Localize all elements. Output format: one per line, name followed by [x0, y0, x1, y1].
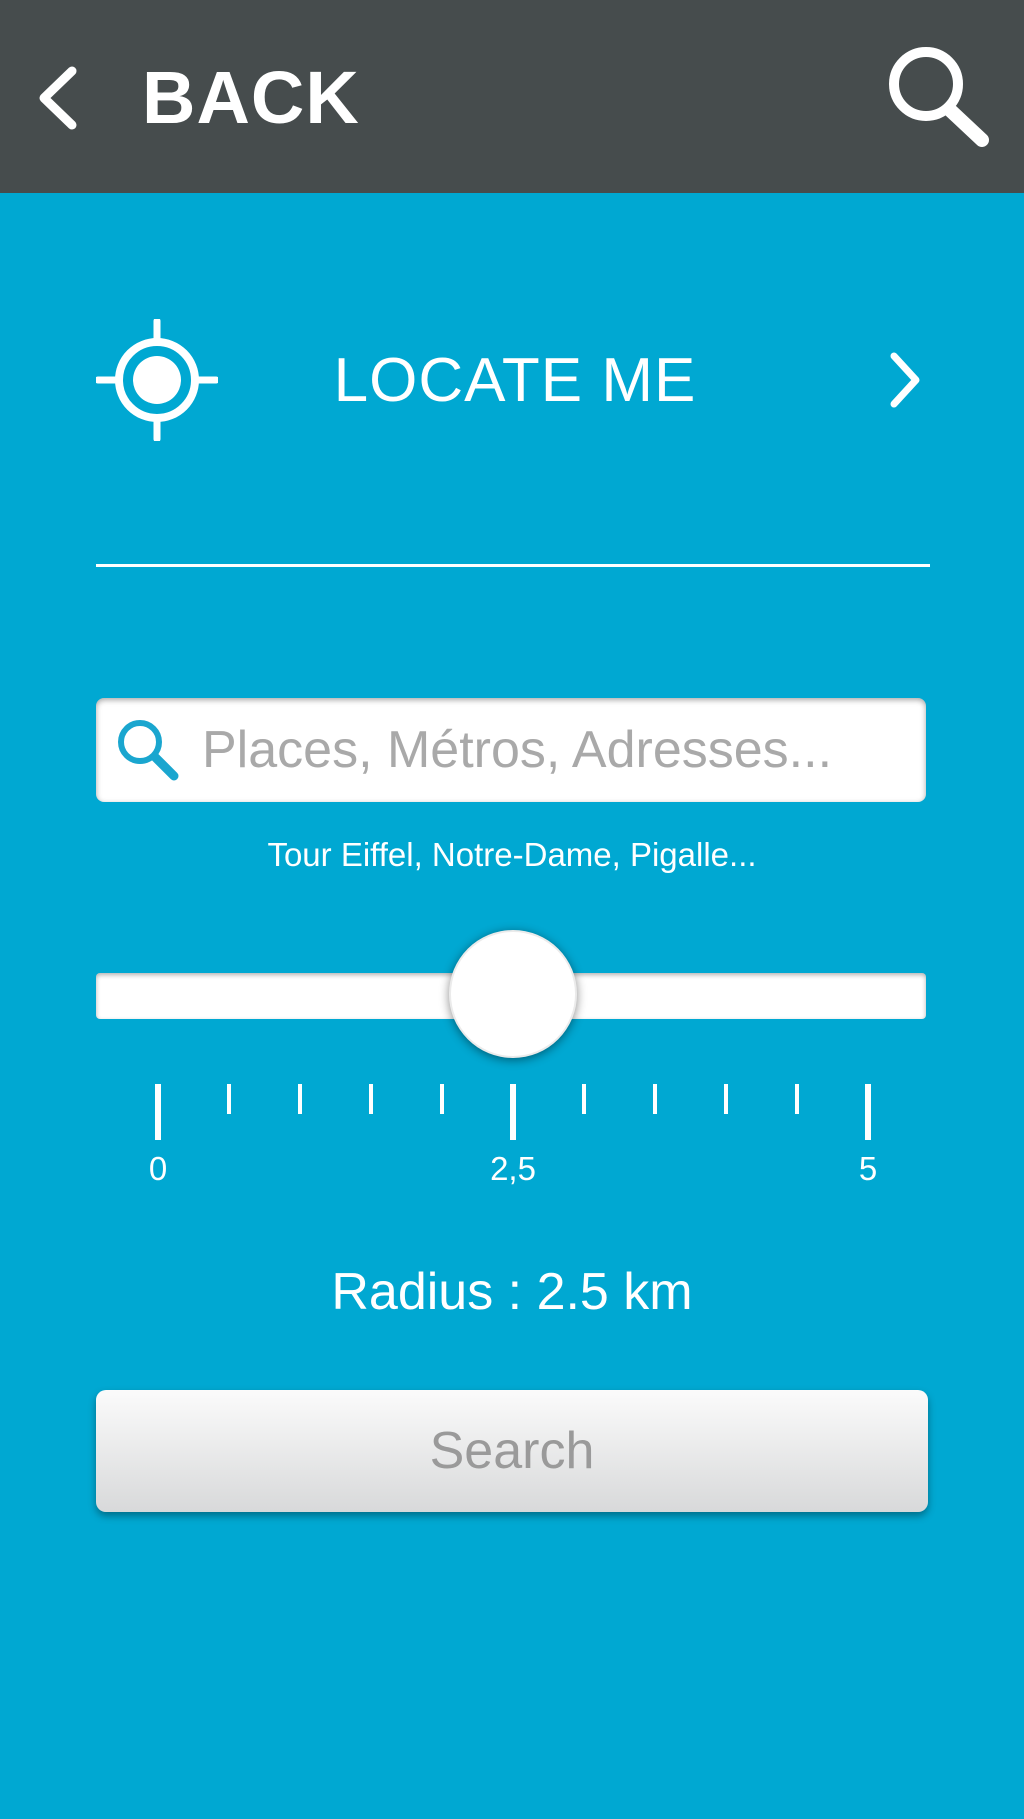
- scale-tick-minor: [724, 1084, 728, 1114]
- header-bar: BACK: [0, 0, 1024, 193]
- search-field[interactable]: [96, 698, 926, 802]
- scale-tick-minor: [298, 1084, 302, 1114]
- radius-scale: 0 2,5 5: [0, 0, 1024, 1819]
- scale-label-max: 5: [858, 1150, 878, 1187]
- back-button[interactable]: BACK: [30, 45, 360, 150]
- scale-tick-major: [510, 1084, 516, 1140]
- scale-tick-major: [865, 1084, 871, 1140]
- scale-tick-minor: [582, 1084, 586, 1114]
- search-icon[interactable]: [880, 40, 995, 155]
- scale-tick-major: [155, 1084, 161, 1140]
- search-hint: Tour Eiffel, Notre-Dame, Pigalle...: [267, 836, 757, 873]
- scale-label-mid: 2,5: [490, 1150, 536, 1187]
- search-input[interactable]: [202, 720, 902, 780]
- scale-tick-minor: [440, 1084, 444, 1114]
- chevron-left-icon: [39, 66, 77, 129]
- scale-tick-minor: [227, 1084, 231, 1114]
- scale-tick-minor: [369, 1084, 373, 1114]
- section-divider: [96, 564, 930, 567]
- locate-me-button[interactable]: LOCATE ME: [96, 315, 934, 445]
- back-label: BACK: [142, 56, 360, 139]
- scale-tick-minor: [795, 1084, 799, 1114]
- search-button[interactable]: Search: [96, 1390, 928, 1512]
- radius-slider-thumb[interactable]: [449, 930, 577, 1058]
- chevron-right-icon: [890, 352, 920, 408]
- search-icon: [118, 720, 179, 781]
- scale-tick-minor: [653, 1084, 657, 1114]
- radius-readout: Radius : 2.5 km: [331, 1263, 693, 1321]
- locate-me-label: LOCATE ME: [333, 345, 697, 415]
- scale-label-min: 0: [148, 1150, 168, 1187]
